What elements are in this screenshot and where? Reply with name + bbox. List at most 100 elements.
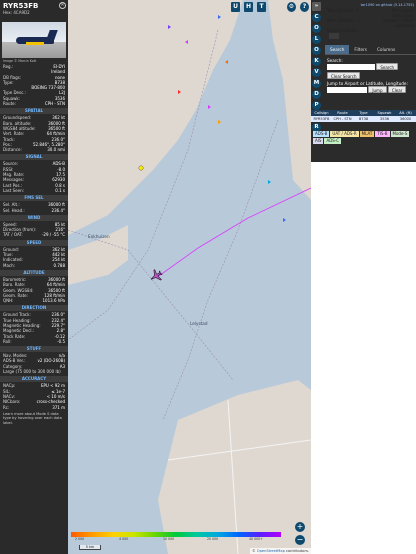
map[interactable]: U H T ⚙ ? Enkhuizen Lelystad 2 000 4 000… bbox=[68, 0, 311, 554]
detail-value: 1013.6 hPa bbox=[42, 298, 66, 304]
search-label: Search: bbox=[327, 58, 343, 63]
detail-label: Last Seen: bbox=[3, 187, 24, 193]
detail-value: 236.4° bbox=[51, 207, 65, 213]
zoom-out-button[interactable]: − bbox=[295, 535, 305, 545]
detail-row: Roll: -0.5 bbox=[0, 339, 68, 344]
tar1090-app: RYR53FB Hex: 4CA9D2 ✕ Image © Marcin Kot… bbox=[0, 0, 416, 554]
osm-link[interactable]: OpenStreetMap bbox=[257, 549, 285, 553]
section-header[interactable]: SPEED bbox=[0, 239, 68, 246]
tab-columns[interactable]: Columns bbox=[372, 45, 400, 54]
detail-label: Route: bbox=[3, 101, 16, 107]
toolbar-button-t[interactable]: T bbox=[257, 2, 266, 12]
detail-value: -29 / -55 °C bbox=[41, 232, 65, 238]
detail-label: Rc: bbox=[3, 404, 10, 410]
aircraft-hex: Hex: 4CA9D2 bbox=[3, 10, 30, 15]
detail-row: Distance: 30.0 nmi bbox=[0, 147, 68, 152]
detail-row: Sel. Head.: 236.4° bbox=[0, 208, 68, 213]
help-note: Learn more about Mode S data type by hov… bbox=[3, 411, 62, 425]
legend-chip[interactable]: ADS-C bbox=[324, 138, 342, 144]
source-legend: ADS-B UAT / ADS-R MLAT TIS-B Mode-S AIS ADS-C bbox=[313, 130, 413, 144]
search-button[interactable]: Search bbox=[376, 63, 399, 70]
close-icon[interactable]: ✕ bbox=[59, 2, 66, 9]
detail-label: Reg.: bbox=[3, 64, 14, 69]
detail-label: Roll: bbox=[3, 338, 12, 344]
detail-label: Mach: bbox=[3, 262, 15, 268]
tool-button-v[interactable]: V bbox=[312, 68, 321, 77]
detail-label: Sel. Head.: bbox=[3, 207, 25, 213]
detail-row: Last Seen: 0.1 s bbox=[0, 188, 68, 193]
aircraft-callsign: RYR53FB bbox=[3, 2, 39, 10]
sidebar-tabs: Search Filters Columns bbox=[325, 45, 416, 55]
aircraft-table: Callsign Route Type Squawk Alt. (ft) RYR… bbox=[311, 110, 416, 122]
detail-row: TAT / OAT: -29 / -55 °C bbox=[0, 232, 68, 237]
table-row[interactable]: RYR53FB CPH - STN B738 3536 36000 bbox=[311, 116, 416, 122]
tool-button-o[interactable]: O bbox=[312, 24, 321, 33]
detail-value: CPH - STN bbox=[44, 101, 65, 107]
detail-value: 0.788 bbox=[53, 262, 65, 268]
detail-row: Mach: 0.788 bbox=[0, 263, 68, 268]
aircraft-photo[interactable] bbox=[2, 22, 66, 58]
detail-label: QNH: bbox=[3, 298, 14, 304]
jump-input[interactable] bbox=[327, 86, 367, 93]
tab-filters[interactable]: Filters bbox=[349, 45, 372, 54]
legend-chip[interactable]: UAT / ADS-R bbox=[330, 131, 359, 137]
info-header: RYR53FB Hex: 4CA9D2 ✕ bbox=[0, 0, 68, 22]
tool-button-d[interactable]: D bbox=[312, 90, 321, 99]
tool-button-p[interactable]: P bbox=[312, 101, 321, 110]
detail-row: Large (75 000 to 300 000 lb) bbox=[0, 369, 68, 374]
legend-chip[interactable]: ADS-B bbox=[313, 131, 330, 137]
with-position: With Position: 1 bbox=[327, 18, 360, 23]
legend-chip[interactable]: Mode-S bbox=[390, 131, 410, 137]
detail-label: Distance: bbox=[3, 147, 22, 153]
section-header[interactable]: SPATIAL bbox=[0, 108, 68, 115]
detail-label: Large (75 000 to 300 000 lb) bbox=[3, 369, 61, 375]
section-header[interactable]: ALTITUDE bbox=[0, 269, 68, 276]
detail-value: 371 m bbox=[52, 404, 65, 410]
aircraft-sections: SPATIAL Groundspeed: 362 kt Baro. altitude:… bbox=[0, 108, 68, 410]
clear-search-button[interactable]: Clear Search bbox=[327, 72, 361, 79]
tab-search[interactable]: Search bbox=[325, 45, 350, 54]
legend-chip[interactable]: AIS bbox=[313, 138, 324, 144]
settings-gear-icon[interactable]: ⚙ bbox=[287, 2, 296, 12]
detail-value: 30.0 nmi bbox=[47, 147, 65, 153]
map-canvas[interactable] bbox=[68, 0, 311, 554]
jump-clear-button[interactable]: Clear bbox=[387, 86, 407, 93]
tool-button-o[interactable]: O bbox=[312, 46, 321, 55]
toolbar-button-u[interactable]: U bbox=[231, 2, 240, 12]
sidebar-toggle-icon[interactable]: » bbox=[312, 2, 321, 11]
map-label-lelystad: Lelystad bbox=[190, 321, 208, 326]
zoom-in-button[interactable]: + bbox=[295, 522, 305, 532]
legend-chip[interactable]: TIS-B bbox=[375, 131, 390, 137]
tool-button-c[interactable]: C bbox=[312, 13, 321, 22]
detail-row: QNH: 1013.6 hPa bbox=[0, 298, 68, 303]
detail-value: -0.5 bbox=[57, 338, 65, 344]
tool-button-l[interactable]: L bbox=[312, 35, 321, 44]
detail-value: 0.1 s bbox=[55, 187, 65, 193]
help-icon[interactable]: ? bbox=[300, 2, 309, 12]
section-header[interactable]: ACCURACY bbox=[0, 376, 68, 383]
detail-label: TAT / OAT: bbox=[3, 232, 23, 238]
aircraft-info-panel: RYR53FB Hex: 4CA9D2 ✕ Image © Marcin Kot… bbox=[0, 0, 68, 554]
tool-button-m[interactable]: M bbox=[312, 79, 321, 88]
map-attribution: © OpenStreetMap contributors. bbox=[250, 548, 311, 554]
sidebar-panel: »COLOKVMDPIR tar1090 on github (3.14.175… bbox=[311, 0, 416, 554]
tool-button-k[interactable]: K bbox=[312, 57, 321, 66]
aircraft-details: Reg.: EI-DYI Ireland DB flags: none Type: B738… bbox=[0, 64, 68, 106]
section-header[interactable]: STUFF bbox=[0, 346, 68, 353]
flag-icon bbox=[329, 33, 339, 39]
toolbar-button-h[interactable]: H bbox=[244, 2, 253, 12]
sidebar-content: tar1090 on github (3.14.1755) Total Airc… bbox=[325, 0, 416, 96]
section-header[interactable]: DIRECTION bbox=[0, 305, 68, 312]
section-header[interactable]: WIND bbox=[0, 214, 68, 221]
search-section: Search: Search Clear Search Jump to Airp… bbox=[325, 55, 416, 96]
history-positions: positions bbox=[395, 23, 414, 28]
search-input[interactable] bbox=[327, 63, 375, 70]
jump-button[interactable]: Jump bbox=[368, 86, 387, 93]
altitude-legend: 2 000 4 000 10 000 20 000 40 000+ bbox=[71, 532, 281, 541]
github-link[interactable]: tar1090 on github (3.14.1755) bbox=[325, 0, 416, 8]
section-header[interactable]: FMS SEL bbox=[0, 195, 68, 202]
total-aircraft: Total Aircraft: 1 bbox=[327, 8, 359, 13]
map-label-enkhuizen: Enkhuizen bbox=[88, 234, 110, 239]
section-header[interactable]: SIGNAL bbox=[0, 154, 68, 161]
legend-chip[interactable]: MLAT bbox=[359, 131, 375, 137]
